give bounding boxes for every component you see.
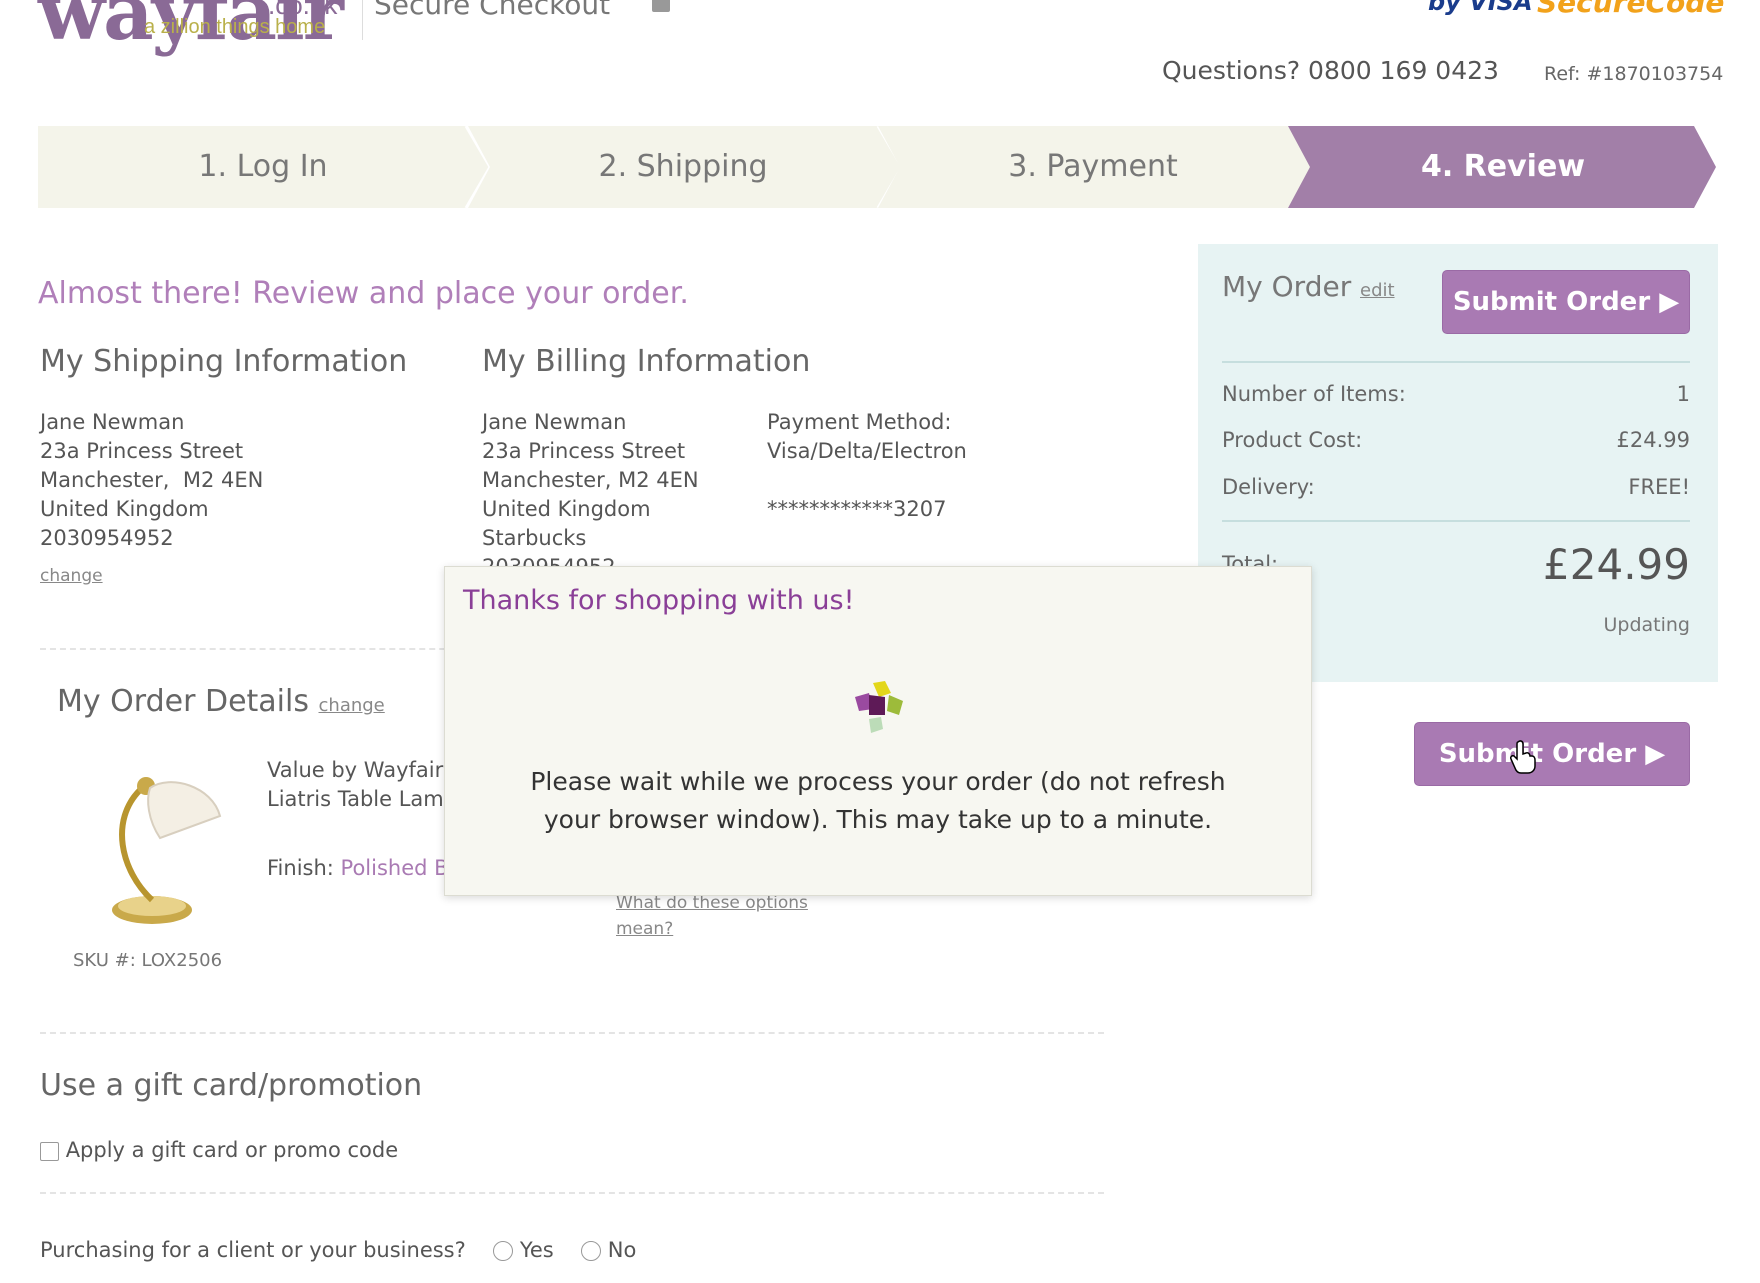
billing-address: Jane Newman 23a Princess Street Manchest… [482, 408, 699, 582]
submit-order-button-top[interactable]: Submit Order ▶ [1442, 270, 1690, 334]
lamp-product-image[interactable] [90, 760, 230, 932]
billing-line: Starbucks [482, 526, 587, 550]
card-number: ************3207 [767, 497, 947, 521]
section-divider [40, 1192, 1104, 1194]
shipping-address: Jane Newman 23a Princess Street Manchest… [40, 408, 263, 553]
phone-number: Questions? 0800 169 0423 [1162, 56, 1499, 85]
submit-order-button-bottom[interactable]: Submit Order ▶ [1414, 722, 1690, 786]
business-no-label[interactable]: No [608, 1238, 637, 1262]
payment-method: Payment Method: Visa/Delta/Electron ****… [767, 408, 967, 524]
modal-message-line: your browser window). This may take up t… [543, 805, 1213, 834]
shipping-line: United Kingdom [40, 497, 209, 521]
delivery-value: FREE! [1628, 475, 1690, 499]
step-label: 3. Payment [1008, 149, 1178, 184]
delivery-label: Delivery: [1222, 475, 1315, 499]
step-payment[interactable]: 3. Payment [878, 126, 1312, 208]
order-details-change-link[interactable]: change [319, 695, 385, 716]
business-no-radio[interactable] [581, 1241, 602, 1261]
finish-value: Polished Brass [340, 856, 447, 880]
shipping-line: Jane Newman [40, 410, 185, 434]
product-brand[interactable]: Value by Wayfair [267, 756, 447, 785]
billing-line: United Kingdom [482, 497, 651, 521]
summary-divider [1222, 361, 1690, 363]
order-edit-link[interactable]: edit [1360, 280, 1395, 301]
page-headline: Almost there! Review and place your orde… [38, 276, 689, 311]
total-value: £24.99 [1543, 540, 1690, 589]
items-value: 1 [1676, 382, 1690, 406]
business-question: Purchasing for a client or your business… [40, 1238, 466, 1262]
payment-method-type: Visa/Delta/Electron [767, 439, 967, 463]
order-ref: Ref: #1870103754 [1544, 63, 1724, 85]
modal-message-line: Please wait while we process your order … [530, 767, 1226, 796]
product-cost-value: £24.99 [1616, 428, 1690, 452]
shipping-line: Manchester, M2 4EN [40, 468, 264, 492]
step-label: 4. Review [1420, 149, 1586, 184]
logo-tagline: a zillion things home [144, 16, 326, 38]
hand-cursor-icon [1510, 740, 1536, 774]
step-login[interactable]: 1. Log In [38, 126, 492, 208]
business-yes-radio[interactable] [493, 1241, 514, 1261]
step-label: 1. Log In [198, 149, 328, 184]
header-divider [362, 0, 363, 40]
billing-line: Jane Newman [482, 410, 627, 434]
order-details-title: My Order Details [57, 684, 309, 719]
options-help-link[interactable]: What do these options mean? [616, 890, 836, 942]
section-divider [40, 1032, 1104, 1034]
product-sku: SKU #: LOX2506 [73, 950, 223, 971]
gift-card-heading: Use a gift card/promotion [40, 1068, 423, 1103]
shipping-change-link[interactable]: change [40, 566, 103, 586]
finish-label: Finish: [267, 856, 334, 880]
order-details-heading: My Order Details change [57, 684, 385, 719]
business-question-row: Purchasing for a client or your business… [40, 1238, 636, 1262]
step-review[interactable]: 4. Review [1288, 126, 1718, 208]
securecode-logo: SecureCode [1537, 0, 1725, 19]
order-summary-title: My Order [1222, 270, 1352, 303]
visa-logo: by VISA [1428, 0, 1533, 16]
secure-checkout-label: Secure Checkout [374, 0, 611, 21]
step-label: 2. Shipping [598, 149, 768, 184]
product-name[interactable]: Liatris Table Lamp [267, 785, 447, 814]
product-info: Value by Wayfair Liatris Table Lamp Fini… [267, 756, 447, 883]
checkout-steps: 1. Log In 2. Shipping 3. Payment 4. Revi… [38, 126, 1718, 208]
product-cost-label: Product Cost: [1222, 428, 1363, 452]
billing-heading: My Billing Information [482, 344, 811, 379]
shipping-heading: My Shipping Information [40, 344, 408, 379]
step-shipping[interactable]: 2. Shipping [468, 126, 904, 208]
payment-method-label: Payment Method: [767, 410, 952, 434]
updating-status: Updating [1603, 614, 1690, 636]
gift-card-label[interactable]: Apply a gift card or promo code [66, 1138, 398, 1162]
modal-title: Thanks for shopping with us! [463, 585, 855, 616]
modal-message: Please wait while we process your order … [475, 763, 1281, 839]
product-finish: Finish: Polished Brass [267, 854, 447, 883]
business-yes-label[interactable]: Yes [520, 1238, 554, 1262]
processing-modal: Thanks for shopping with us! Please wait… [444, 566, 1312, 896]
billing-line: Manchester, M2 4EN [482, 468, 699, 492]
shipping-line: 23a Princess Street [40, 439, 244, 463]
gift-card-option[interactable]: Apply a gift card or promo code [40, 1138, 398, 1162]
items-label: Number of Items: [1222, 382, 1406, 406]
summary-divider [1222, 520, 1690, 522]
shipping-line: 2030954952 [40, 526, 174, 550]
lock-icon [652, 0, 670, 12]
loading-spinner-icon [855, 681, 903, 733]
billing-line: 23a Princess Street [482, 439, 686, 463]
gift-card-checkbox[interactable] [40, 1141, 59, 1161]
